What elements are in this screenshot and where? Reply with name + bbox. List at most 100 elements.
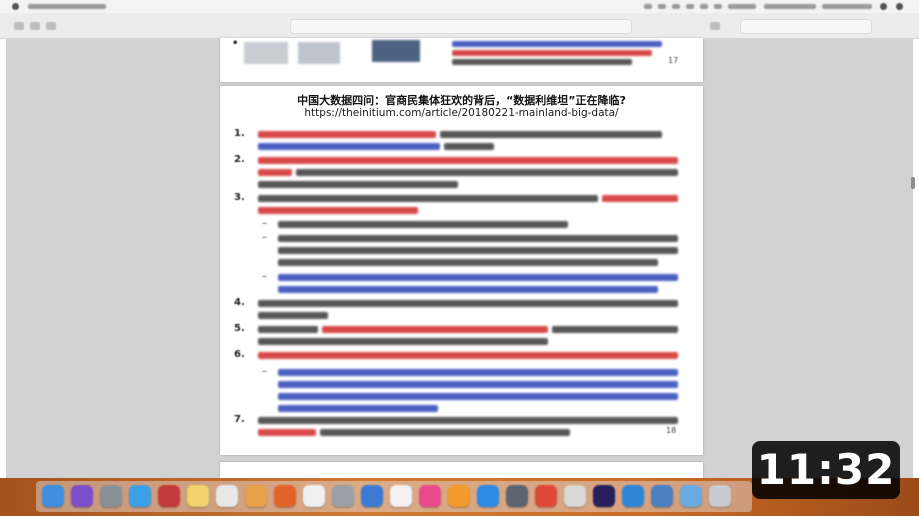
- trash-icon[interactable]: [709, 485, 731, 507]
- text-line: [296, 169, 678, 176]
- bullet-number: 4.: [234, 297, 245, 308]
- text-line: [258, 181, 458, 188]
- text-line: [258, 429, 316, 436]
- status-icon[interactable]: [644, 4, 652, 9]
- text-line: [452, 41, 662, 47]
- text-line: [278, 369, 678, 376]
- article-url[interactable]: https://theinitium.com/article/20180221-…: [220, 107, 703, 119]
- keynote-icon[interactable]: [361, 485, 383, 507]
- slide-image: [372, 40, 420, 62]
- firefox-icon[interactable]: [274, 485, 296, 507]
- text-line: [278, 393, 678, 400]
- text-line: [452, 59, 632, 65]
- itunes-icon[interactable]: [419, 485, 441, 507]
- text-line: [444, 143, 494, 150]
- menu-clock[interactable]: [764, 4, 816, 9]
- back-button[interactable]: [30, 22, 40, 30]
- bullet: •: [232, 38, 239, 49]
- text-line: [258, 417, 678, 424]
- slide-image: [244, 42, 288, 64]
- grab-icon[interactable]: [564, 485, 586, 507]
- text-line: [552, 326, 678, 333]
- battery-icon[interactable]: [728, 4, 756, 9]
- page-number: 17: [668, 56, 679, 65]
- text-line: [258, 207, 418, 214]
- scrollbar-thumb[interactable]: [911, 177, 915, 189]
- title-field: [290, 19, 632, 34]
- text-line: [278, 235, 678, 242]
- bullet-number: 2.: [234, 154, 245, 165]
- text-line: [278, 286, 658, 293]
- text-line: [452, 50, 652, 56]
- text-line: [258, 143, 440, 150]
- wifi-icon[interactable]: [700, 4, 708, 9]
- photos-icon[interactable]: [245, 485, 267, 507]
- safari-icon[interactable]: [129, 485, 151, 507]
- app-store-icon[interactable]: [477, 485, 499, 507]
- text-line: [258, 131, 436, 138]
- folder-icon[interactable]: [680, 485, 702, 507]
- text-line: [258, 157, 678, 164]
- user-menu[interactable]: [822, 4, 872, 9]
- siri-icon[interactable]: [71, 485, 93, 507]
- previous-page: • 17: [220, 38, 703, 82]
- text-line: [440, 131, 662, 138]
- notification-center-icon[interactable]: [896, 3, 903, 10]
- screen-icon[interactable]: [651, 485, 673, 507]
- text-line: [258, 326, 318, 333]
- text-line: [278, 381, 678, 388]
- page-title: 中国大数据四问：官商民集体狂欢的背后，“数据利维坦”正在降临?: [297, 94, 626, 107]
- launchpad-icon[interactable]: [100, 485, 122, 507]
- video-duration-badge: 11:32: [752, 441, 900, 499]
- text-line: [278, 274, 678, 281]
- text-line: [278, 247, 678, 254]
- dock: [36, 481, 752, 512]
- text-line: [258, 338, 548, 345]
- after-effects-icon[interactable]: [593, 485, 615, 507]
- text-line: [602, 195, 678, 202]
- share-button[interactable]: [710, 22, 720, 30]
- next-page: [220, 462, 703, 478]
- status-icon[interactable]: [658, 4, 666, 9]
- sub-bullet: –: [262, 366, 267, 377]
- finder-icon[interactable]: [42, 485, 64, 507]
- spotlight-icon[interactable]: [880, 3, 887, 10]
- status-icon[interactable]: [686, 4, 694, 9]
- current-page: 中国大数据四问：官商民集体狂欢的背后，“数据利维坦”正在降临? https://…: [220, 86, 703, 455]
- text-line: [320, 429, 570, 436]
- preview-icon[interactable]: [216, 485, 238, 507]
- sidebar-toggle-button[interactable]: [14, 22, 24, 30]
- volume-icon[interactable]: [714, 4, 722, 9]
- bullet-number: 3.: [234, 192, 245, 203]
- text-line: [258, 169, 292, 176]
- slide-image: [298, 42, 340, 64]
- app-icon[interactable]: [390, 485, 412, 507]
- ibooks-icon[interactable]: [448, 485, 470, 507]
- bullet-number: 6.: [234, 349, 245, 360]
- chrome-icon[interactable]: [535, 485, 557, 507]
- text-line: [278, 221, 568, 228]
- bullet-number: 7.: [234, 414, 245, 425]
- notes-icon[interactable]: [187, 485, 209, 507]
- text-line: [278, 259, 658, 266]
- text-line: [258, 195, 598, 202]
- text-line: [278, 405, 438, 412]
- apple-menu-icon[interactable]: [12, 3, 19, 10]
- forward-button[interactable]: [46, 22, 56, 30]
- menu-bar: [0, 0, 919, 13]
- skype-icon[interactable]: [622, 485, 644, 507]
- messages-icon[interactable]: [303, 485, 325, 507]
- text-line: [322, 326, 548, 333]
- photo-booth-icon[interactable]: [158, 485, 180, 507]
- app-menu[interactable]: [28, 4, 106, 9]
- bullet-number: 5.: [234, 323, 245, 334]
- sub-bullet: –: [262, 218, 267, 229]
- bullet-number: 1.: [234, 128, 245, 139]
- page-number: 18: [666, 426, 677, 435]
- camera-icon[interactable]: [506, 485, 528, 507]
- system-preferences-icon[interactable]: [332, 485, 354, 507]
- search-input[interactable]: [740, 19, 872, 34]
- text-line: [258, 300, 678, 307]
- text-line: [258, 352, 678, 359]
- status-icon[interactable]: [672, 4, 680, 9]
